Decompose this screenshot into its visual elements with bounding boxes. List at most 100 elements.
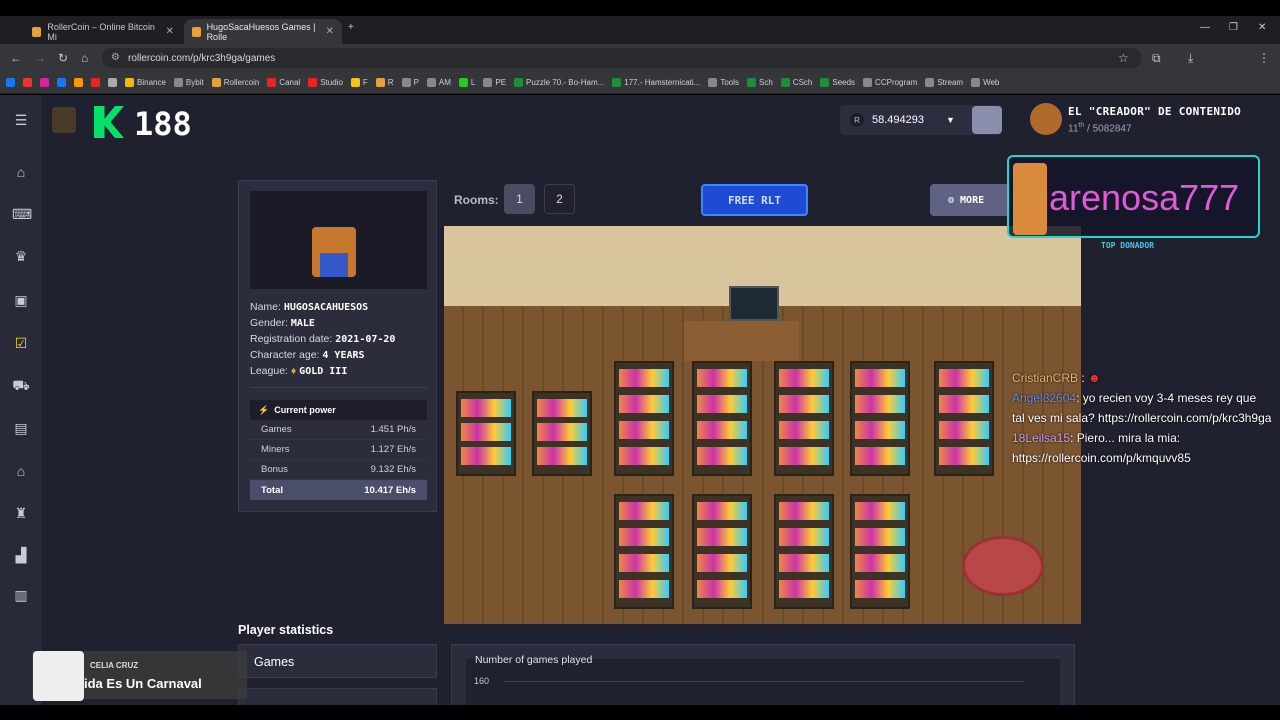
bookmark-studio[interactable]: Studio: [308, 78, 343, 87]
news-icon[interactable]: ▥: [12, 587, 30, 603]
bookmark-puzzle[interactable]: Puzzle 70.- Bo-Ham...: [514, 78, 604, 87]
bookmark-canal[interactable]: Canal: [267, 78, 300, 87]
bookmark-item[interactable]: [6, 78, 15, 87]
bookmark-item[interactable]: [40, 78, 49, 87]
player-level: 188: [134, 105, 192, 143]
close-tab-icon[interactable]: ✕: [326, 26, 334, 37]
bookmark-am[interactable]: AM: [426, 78, 451, 87]
miner-rack[interactable]: [774, 494, 834, 609]
home-icon[interactable]: ⌂: [81, 51, 88, 65]
miner-rack[interactable]: [532, 391, 592, 476]
bookmark-web[interactable]: Web: [971, 78, 999, 87]
miner-rack[interactable]: [934, 361, 994, 476]
bookmark-item[interactable]: [108, 78, 117, 87]
user-avatar[interactable]: [1030, 103, 1062, 135]
marketplace-cart-icon[interactable]: ⛟: [12, 377, 30, 393]
room-2-button[interactable]: 2: [544, 184, 575, 214]
rewards-icon[interactable]: ♛: [12, 248, 30, 264]
browser-tab-hugosacahuesos[interactable]: HugoSacaHuesos Games | Rolle ✕: [184, 19, 342, 44]
bookmark-hamster[interactable]: 177.- Hamsternicati...: [612, 78, 700, 87]
gear-icon: ⚙: [948, 194, 955, 206]
trophy-icon[interactable]: ♜: [12, 505, 30, 521]
profile-card: Name: HUGOSACAHUESOS Gender: MALE Regist…: [238, 180, 437, 512]
url-field[interactable]: ⚙ rollercoin.com/p/krc3h9ga/games: [102, 48, 1142, 68]
bookmark-rollercoin[interactable]: Rollercoin: [211, 78, 259, 87]
room-1-button[interactable]: 1: [504, 184, 535, 214]
free-rlt-button[interactable]: FREE RLT: [701, 184, 808, 216]
now-playing-overlay: CELIA CRUZ ida Es Un Carnaval: [32, 651, 247, 701]
pc-monitor[interactable]: [729, 286, 779, 321]
minimize-icon[interactable]: —: [1200, 22, 1210, 33]
donor-name: arenosa777: [1049, 177, 1240, 218]
chart-y-tick: 160: [474, 676, 490, 686]
chevron-down-icon: ▼: [946, 115, 955, 125]
miner-rack[interactable]: [692, 361, 752, 476]
browser-tab-rollercoin[interactable]: RollerCoin – Online Bitcoin Mi ✕: [24, 19, 182, 44]
bookmark-tools[interactable]: Tools: [708, 78, 739, 87]
bookmark-csch[interactable]: CSch: [780, 78, 812, 87]
bookmark-ccprogram[interactable]: CCProgram: [863, 78, 917, 87]
store-icon[interactable]: ▤: [12, 420, 30, 436]
miner-rack[interactable]: [614, 494, 674, 609]
factory-icon[interactable]: ▟: [12, 547, 30, 563]
miner-rack[interactable]: [850, 361, 910, 476]
new-tab-icon[interactable]: +: [348, 22, 354, 33]
miner-rack[interactable]: [614, 361, 674, 476]
download-icon[interactable]: ⤓: [1188, 51, 1193, 66]
bookmark-r[interactable]: R: [375, 78, 394, 87]
site-info-icon[interactable]: ⚙: [111, 52, 120, 63]
bookmark-pe[interactable]: PE: [483, 78, 506, 87]
more-button[interactable]: ⚙ MORE: [930, 184, 1010, 216]
balance-value: 58.494293: [872, 114, 924, 126]
restore-icon[interactable]: ❐: [1229, 22, 1238, 33]
tasks-icon[interactable]: ☑: [12, 335, 30, 351]
bookmark-sch[interactable]: Sch: [747, 78, 773, 87]
rooms-bar: Rooms: 1 2 FREE RLT ⚙ MORE: [444, 180, 1084, 220]
menu-kebab-icon[interactable]: ⋮: [1258, 51, 1270, 65]
mining-house-icon[interactable]: ⌂: [12, 463, 30, 479]
chat-message: 18Leilsa15: Piero... mira la mia: https:…: [1012, 431, 1191, 465]
rollercoin-favicon-icon: [32, 26, 42, 37]
bookmark-binance[interactable]: Binance: [125, 78, 166, 87]
bookmark-bybit[interactable]: Bybit: [173, 78, 204, 87]
bookmark-seeds[interactable]: Seeds: [820, 78, 855, 87]
player-avatar[interactable]: [52, 107, 76, 133]
bookmark-item[interactable]: [23, 78, 32, 87]
miner-rack[interactable]: [456, 391, 516, 476]
profile-name: Name: HUGOSACAHUESOS: [250, 301, 369, 313]
back-icon[interactable]: ←: [10, 51, 22, 65]
bookmark-f[interactable]: F: [350, 78, 368, 87]
miner-rack[interactable]: [692, 494, 752, 609]
power-row-miners: Miners 1.127 Eh/s: [250, 440, 427, 460]
desk: [684, 321, 799, 361]
donor-character-image: [1013, 163, 1047, 235]
miner-rack[interactable]: [850, 494, 910, 609]
stats-tab[interactable]: [238, 688, 437, 705]
forward-icon[interactable]: →: [34, 51, 46, 65]
gamepad-icon[interactable]: ⌨: [12, 206, 32, 222]
rug: [962, 536, 1044, 596]
bookmark-item[interactable]: [74, 78, 83, 87]
league-badge-icon: ♦: [290, 365, 297, 377]
player-statistics-title: Player statistics: [238, 623, 334, 637]
hamburger-menu-icon[interactable]: ☰: [12, 112, 30, 128]
bookmark-star-icon[interactable]: ☆: [1118, 51, 1129, 65]
home-icon[interactable]: ⌂: [12, 164, 30, 180]
bookmark-item[interactable]: [57, 78, 66, 87]
inventory-icon[interactable]: ▣: [12, 292, 30, 308]
bookmark-p[interactable]: P: [401, 78, 419, 87]
games-stats-tab[interactable]: Games: [238, 644, 437, 678]
wallet-button[interactable]: [972, 106, 1002, 134]
reload-icon[interactable]: ↻: [58, 51, 68, 65]
mining-room-view[interactable]: [444, 226, 1081, 624]
bookmark-stream[interactable]: Stream: [925, 78, 963, 87]
miner-rack[interactable]: [774, 361, 834, 476]
address-bar-row: ← → ↻ ⌂ ⚙ rollercoin.com/p/krc3h9ga/game…: [0, 44, 1280, 72]
rollercoin-page: ☰ ⌂ ⌨ ♛ ▣ ☑ ⛟ ▤ ⌂ ♜ ▟ ▥ 188 R 58.494293 …: [0, 95, 1280, 705]
close-window-icon[interactable]: ✕: [1258, 22, 1266, 33]
power-row-games: Games 1.451 Ph/s: [250, 420, 427, 440]
bookmark-item[interactable]: [91, 78, 100, 87]
extensions-icon[interactable]: ⧉: [1152, 51, 1161, 66]
close-tab-icon[interactable]: ✕: [166, 26, 174, 37]
bookmark-l[interactable]: L: [458, 78, 475, 87]
